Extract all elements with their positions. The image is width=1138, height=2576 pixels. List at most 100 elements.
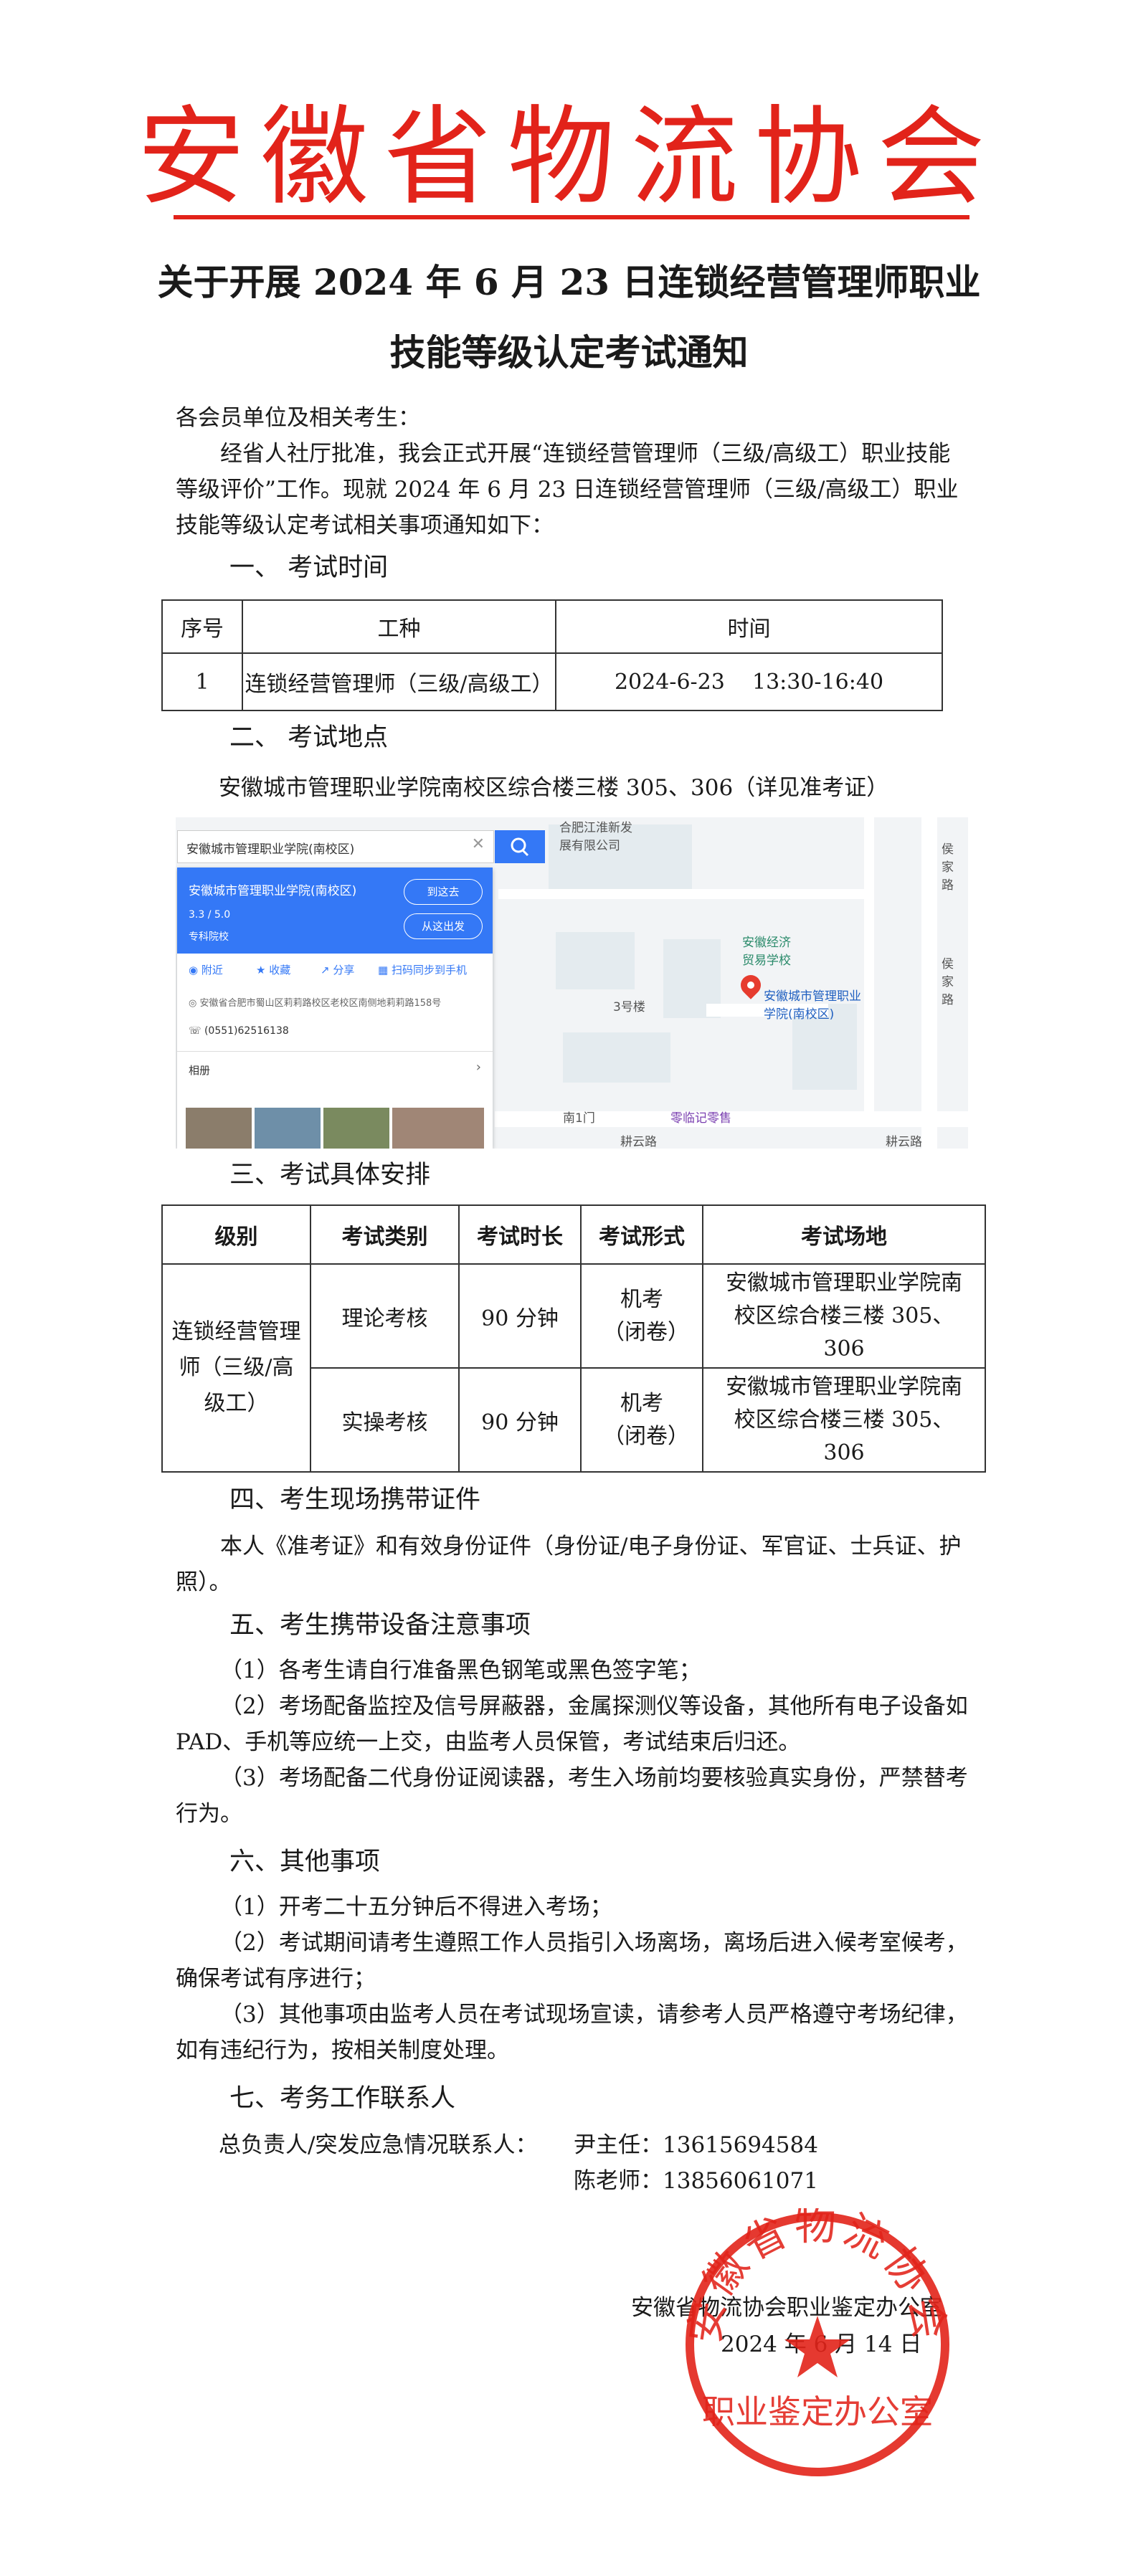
section-7-heading: 七、考务工作联系人 [229, 2084, 456, 2113]
campus-photo[interactable] [255, 1108, 321, 1149]
th-duration: 考试时长 [458, 1204, 582, 1265]
place-phone[interactable]: ☏ (0551)62516138 [189, 1025, 289, 1037]
album-link[interactable]: 相册 [189, 1063, 210, 1078]
location-map[interactable]: 合肥江淮新发 展有限公司 安徽经济 贸易学校 安徽城市管理职业 学院(南校区) … [176, 817, 968, 1149]
table-row: 连锁经营管理师（三级/高级工） 理论考核 90 分钟 机考（闭卷） 安徽城市管理… [161, 1263, 986, 1473]
contact-label: 总负责人/突发应急情况联系人： [219, 2132, 538, 2158]
org-masthead: 安徽省物流协会 [137, 95, 1001, 220]
cell-venue: 安徽城市管理职业学院南校区综合楼三楼 305、306 [702, 1263, 986, 1369]
cell-type: 实操考核 [310, 1367, 460, 1473]
cell-form: 机考（闭卷） [580, 1263, 703, 1369]
section-4-heading: 四、考生现场携带证件 [229, 1486, 481, 1514]
section-6-heading: 六、其他事项 [229, 1848, 381, 1876]
notice-title: 关于开展 2024 年 6 月 23 日连锁经营管理师职业 技能等级认定考试通知 [115, 247, 1023, 388]
th-venue: 考试场地 [702, 1204, 986, 1265]
contact-yin: 尹主任：13615694584 [574, 2132, 818, 2158]
title-line-2: 技能等级认定考试通知 [389, 331, 749, 374]
place-rating: 3.3 / 5.0 [189, 909, 231, 921]
map-search-button[interactable] [495, 830, 545, 863]
panel-action-share[interactable]: ↗ 分享 [321, 962, 354, 977]
table-row: 1 连锁经营管理师（三级/高级工） 2024-6-23 13:30-16:40 [161, 652, 943, 711]
section-5-heading: 五、考生携带设备注意事项 [229, 1611, 531, 1640]
campus-photo[interactable] [323, 1108, 389, 1149]
th-index: 序号 [161, 599, 243, 654]
section-5-item: （2）考场配备监控及信号屏蔽器，金属探测仪等设备，其他所有电子设备如 PAD、手… [176, 1693, 968, 1755]
th-level: 级别 [161, 1204, 311, 1265]
th-form: 考试形式 [580, 1204, 703, 1265]
cell-trade: 连锁经营管理师（三级/高级工） [242, 652, 556, 711]
place-info-panel: 安徽城市管理职业学院(南校区) 3.3 / 5.0 专科院校 到这去 从这出发 … [177, 868, 493, 1149]
map-label-gate: 南1门 [563, 1111, 595, 1126]
map-search-box[interactable]: 安徽城市管理职业学院(南校区) ✕ [177, 830, 494, 863]
cell-level: 连锁经营管理师（三级/高级工） [161, 1263, 311, 1473]
address-text: 安徽省合肥市蜀山区莉莉路校区老校区南侧地莉莉路158号 [199, 998, 442, 1009]
seal-bottom-text: 职业鉴定办公室 [702, 2392, 933, 2431]
action-label: 收藏 [269, 964, 291, 976]
route-to-button[interactable]: 到这去 [404, 879, 483, 905]
search-icon [511, 837, 529, 857]
th-trade: 工种 [242, 599, 556, 654]
panel-action-qr[interactable]: ▦ 扫码同步到手机 [378, 962, 467, 977]
section-4-text: 本人《准考证》和有效身份证件（身份证/电子身份证、军官证、士兵证、护照）。 [176, 1534, 962, 1595]
red-divider [174, 215, 969, 219]
cell-venue: 安徽城市管理职业学院南校区综合楼三楼 305、306 [702, 1367, 986, 1473]
section-2-heading: 二、 考试地点 [229, 723, 389, 752]
map-block [556, 932, 635, 989]
phone-text: (0551)62516138 [204, 1025, 289, 1037]
place-header: 安徽城市管理职业学院(南校区) 3.3 / 5.0 专科院校 到这去 从这出发 [177, 868, 493, 954]
chevron-right-icon[interactable]: › [476, 1060, 481, 1075]
map-label-road3: 侯家路 [942, 842, 954, 893]
map-label-road2: 耕云路 [886, 1135, 922, 1149]
campus-photo[interactable] [392, 1108, 484, 1149]
section-6-item: （1）开考二十五分钟后不得进入考场； [220, 1894, 612, 1920]
action-label: 分享 [333, 964, 355, 976]
section-6-item: （2）考试期间请考生遵照工作人员指引入场离场，离场后进入候考室候考，确保考试有序… [176, 1930, 968, 1992]
place-category: 专科院校 [189, 931, 229, 943]
section-5-item: （3）考场配备二代身份证阅读器，考生入场前均要核验真实身份，严禁替考行为。 [176, 1765, 968, 1827]
map-road [864, 817, 874, 1111]
map-label-campus: 安徽城市管理职业 学院(南校区) [764, 989, 861, 1022]
cell-form: 机考（闭卷） [580, 1367, 703, 1473]
map-label-shop: 零临记零售 [670, 1111, 731, 1126]
exam-time-table: 序号 工种 时间 1 连锁经营管理师（三级/高级工） 2024-6-23 13:… [161, 599, 943, 711]
contact-chen: 陈老师：13856061071 [574, 2168, 818, 2194]
clear-icon[interactable]: ✕ [472, 835, 485, 853]
action-label: 附近 [201, 964, 223, 976]
intro-paragraph: 经省人社厅批准，我会正式开展“连锁经营管理师（三级/高级工）职业技能等级评价”工… [176, 441, 959, 538]
panel-divider [177, 1051, 493, 1052]
th-type: 考试类别 [310, 1204, 460, 1265]
title-line-1: 关于开展 2024 年 6 月 23 日连锁经营管理师职业 [157, 261, 981, 303]
depart-from-button[interactable]: 从这出发 [404, 913, 483, 939]
section-5-item: （1）各考生请自行准备黑色钢笔或黑色签字笔； [220, 1658, 701, 1683]
action-label: 扫码同步到手机 [391, 964, 467, 976]
map-road [921, 817, 937, 1149]
map-label-road4: 侯家路 [942, 957, 954, 1007]
official-seal-icon: 安徽省物流协会 职业鉴定办公室 [681, 2208, 951, 2476]
panel-action-favorite[interactable]: ★ 收藏 [256, 962, 290, 977]
th-time: 时间 [555, 599, 943, 654]
cell-time: 2024-6-23 13:30-16:40 [555, 652, 943, 711]
salutation: 各会员单位及相关考生： [176, 405, 420, 431]
cell-duration: 90 分钟 [458, 1367, 582, 1473]
place-address: ◎ 安徽省合肥市蜀山区莉莉路校区老校区南侧地莉莉路158号 [189, 998, 442, 1009]
map-road [498, 889, 871, 899]
exam-arrangement-table: 级别 考试类别 考试时长 考试形式 考试场地 连锁经营管理师（三级/高级工） 理… [161, 1204, 986, 1473]
map-label-company: 合肥江淮新发 展有限公司 [559, 821, 632, 853]
map-label-road1: 耕云路 [620, 1135, 657, 1149]
exam-address: 安徽城市管理职业学院南校区综合楼三楼 305、306（详见准考证） [219, 775, 889, 801]
cell-duration: 90 分钟 [458, 1263, 582, 1369]
place-name: 安徽城市管理职业学院(南校区) [189, 884, 357, 898]
panel-action-nearby[interactable]: ◉ 附近 [189, 962, 223, 977]
campus-photo[interactable] [186, 1108, 252, 1149]
map-pin-icon[interactable] [736, 971, 765, 999]
map-label-building: 3号楼 [613, 1000, 645, 1014]
map-block [563, 1032, 670, 1083]
section-6-item: （3）其他事项由监考人员在考试现场宣读，请参考人员严格遵守考场纪律，如有违纪行为… [176, 2002, 968, 2063]
map-search-input[interactable]: 安徽城市管理职业学院(南校区) [186, 839, 354, 857]
map-label-school: 安徽经济 贸易学校 [742, 936, 791, 968]
notice-page: 安徽省物流协会 关于开展 2024 年 6 月 23 日连锁经营管理师职业 技能… [0, 0, 1138, 2576]
section-3-heading: 三、考试具体安排 [229, 1161, 431, 1189]
section-1-heading: 一、 考试时间 [229, 553, 389, 582]
cell-index: 1 [161, 652, 243, 711]
cell-type: 理论考核 [310, 1263, 460, 1369]
